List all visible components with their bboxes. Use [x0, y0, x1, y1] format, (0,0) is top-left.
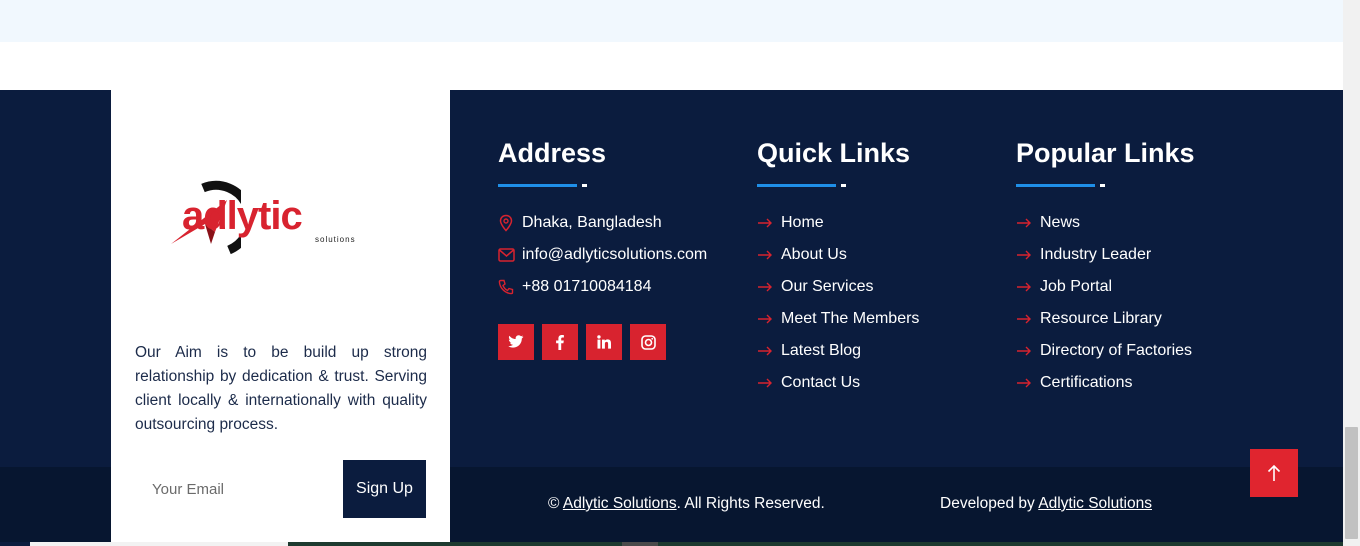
arrow-up-icon — [1267, 464, 1281, 481]
popular-link-label[interactable]: Job Portal — [1040, 278, 1112, 296]
quick-link-label[interactable]: Home — [781, 214, 824, 232]
popular-link-label[interactable]: Resource Library — [1040, 310, 1162, 328]
linkedin-icon — [597, 335, 611, 349]
address-title-underline — [498, 184, 587, 187]
scrollbar-thumb[interactable] — [1345, 427, 1358, 539]
copyright-company-link[interactable]: Adlytic Solutions — [563, 495, 677, 512]
quick-link[interactable]: Our Services — [757, 275, 873, 299]
arrow-right-icon — [757, 246, 781, 264]
arrow-right-icon — [757, 214, 781, 232]
location-pin-icon — [498, 214, 522, 232]
arrow-right-icon — [1016, 310, 1040, 328]
logo-wordmark: adlytic — [182, 194, 303, 238]
arrow-right-icon — [1016, 278, 1040, 296]
popular-link[interactable]: Industry Leader — [1016, 243, 1151, 267]
quick-links-title-underline — [757, 184, 846, 187]
quick-link[interactable]: Latest Blog — [757, 339, 861, 363]
quick-link[interactable]: Meet The Members — [757, 307, 919, 331]
popular-link-label[interactable]: Industry Leader — [1040, 246, 1151, 264]
quick-link[interactable]: Contact Us — [757, 371, 860, 395]
quick-links-title: Quick Links — [757, 138, 911, 168]
facebook-button[interactable] — [542, 324, 578, 360]
popular-link[interactable]: Certifications — [1016, 371, 1132, 395]
instagram-button[interactable] — [630, 324, 666, 360]
back-to-top-button[interactable] — [1250, 449, 1298, 497]
popular-link[interactable]: Job Portal — [1016, 275, 1112, 299]
address-phone-text[interactable]: +88 01710084184 — [522, 278, 651, 296]
quick-link-label[interactable]: Contact Us — [781, 374, 860, 392]
arrow-right-icon — [757, 278, 781, 296]
logo-tagline: solutions — [315, 235, 356, 244]
popular-links-title: Popular Links — [1016, 138, 1195, 168]
arrow-right-icon — [757, 374, 781, 392]
quick-link-label[interactable]: Our Services — [781, 278, 873, 296]
bottom-edge-strip — [0, 542, 1343, 546]
address-phone[interactable]: +88 01710084184 — [498, 275, 651, 299]
brand-card: adlytic solutions Our Aim is to be build… — [111, 90, 450, 542]
linkedin-button[interactable] — [586, 324, 622, 360]
address-location: Dhaka, Bangladesh — [498, 211, 662, 235]
arrow-right-icon — [1016, 246, 1040, 264]
aim-statement: Our Aim is to be build up strong relatio… — [135, 344, 427, 433]
signup-button[interactable]: Sign Up — [343, 460, 426, 518]
quick-link-label[interactable]: Meet The Members — [781, 310, 919, 328]
address-title: Address — [498, 138, 607, 168]
envelope-icon — [498, 246, 522, 264]
developed-prefix: Developed by — [940, 495, 1039, 512]
address-email[interactable]: info@adlyticsolutions.com — [498, 243, 707, 267]
popular-link[interactable]: Directory of Factories — [1016, 339, 1192, 363]
developer-link[interactable]: Adlytic Solutions — [1038, 495, 1152, 512]
facebook-icon — [556, 334, 564, 350]
address-location-text: Dhaka, Bangladesh — [522, 214, 662, 231]
copyright-text: © Adlytic Solutions. All Rights Reserved… — [548, 495, 825, 513]
quick-link-label[interactable]: Latest Blog — [781, 342, 861, 360]
quick-link-label[interactable]: About Us — [781, 246, 847, 264]
popular-link[interactable]: News — [1016, 211, 1080, 235]
copyright-suffix: . All Rights Reserved. — [676, 495, 825, 512]
arrow-right-icon — [1016, 342, 1040, 360]
twitter-button[interactable] — [498, 324, 534, 360]
arrow-right-icon — [757, 342, 781, 360]
arrow-right-icon — [1016, 374, 1040, 392]
quick-link[interactable]: About Us — [757, 243, 847, 267]
popular-link[interactable]: Resource Library — [1016, 307, 1162, 331]
arrow-right-icon — [1016, 214, 1040, 232]
arrow-right-icon — [757, 310, 781, 328]
previous-section-band — [0, 0, 1343, 42]
popular-links-title-underline — [1016, 184, 1105, 187]
popular-link-label[interactable]: News — [1040, 214, 1080, 232]
popular-link-label[interactable]: Directory of Factories — [1040, 342, 1192, 360]
newsletter-email-input[interactable] — [135, 460, 343, 518]
instagram-icon — [640, 334, 656, 350]
developed-by-text: Developed by Adlytic Solutions — [940, 495, 1152, 513]
phone-icon — [498, 278, 522, 296]
popular-link-label[interactable]: Certifications — [1040, 374, 1132, 392]
quick-link[interactable]: Home — [757, 211, 824, 235]
address-email-text[interactable]: info@adlyticsolutions.com — [522, 246, 707, 264]
twitter-icon — [508, 335, 524, 348]
copyright-prefix: © — [548, 495, 563, 512]
